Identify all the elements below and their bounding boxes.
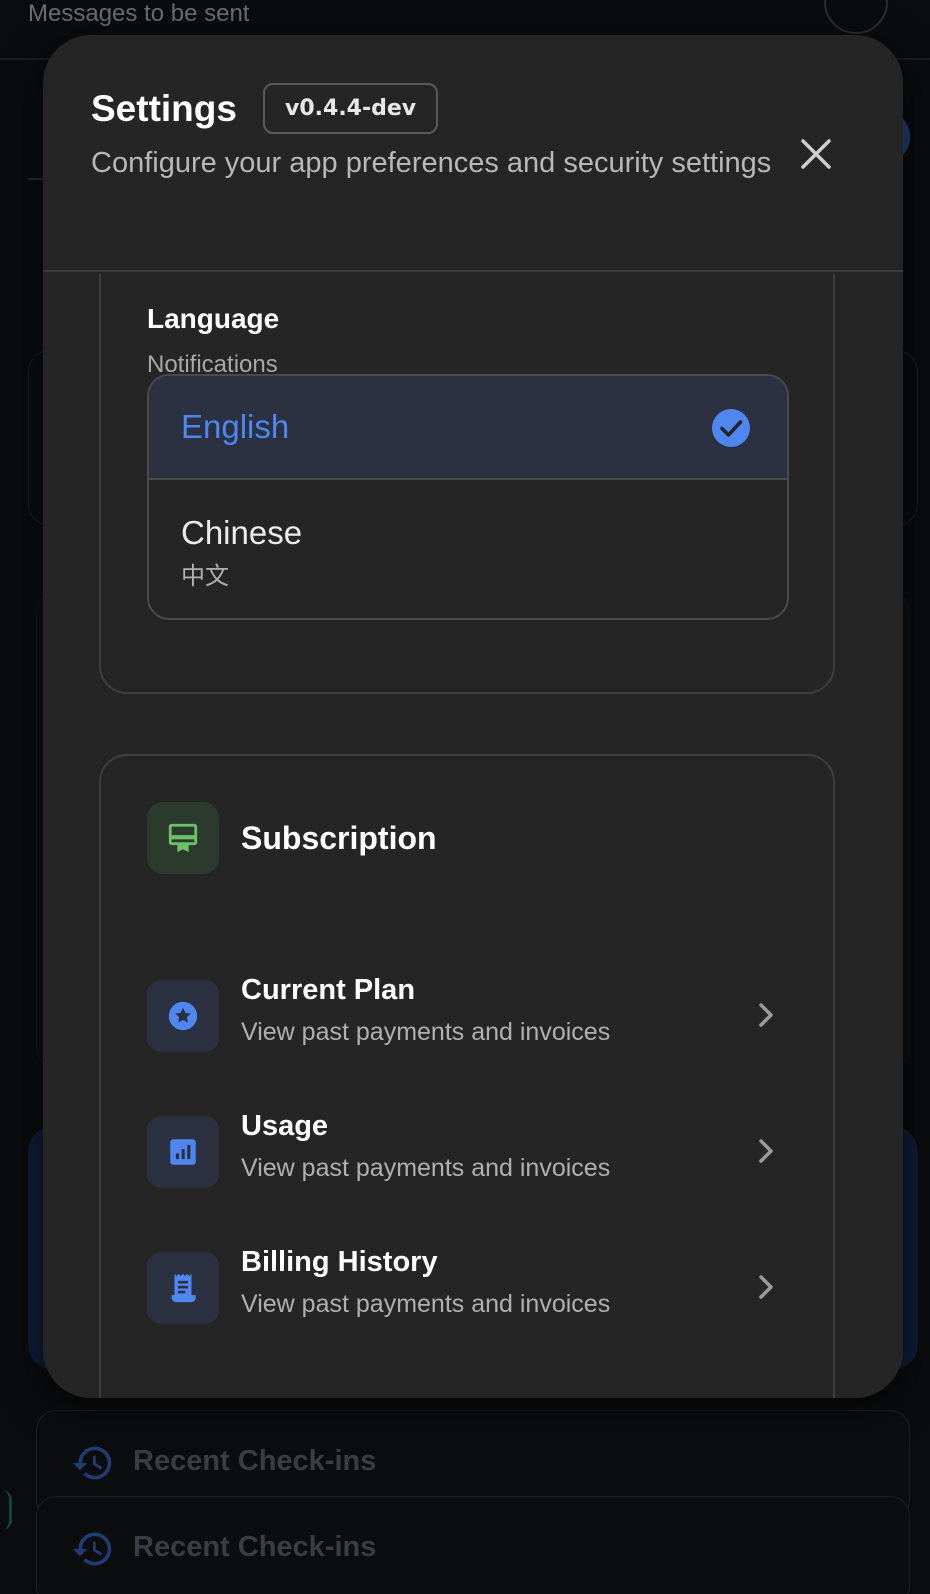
- usage-description: View past payments and invoices: [241, 1154, 611, 1182]
- modal-scroll-body[interactable]: Language Notifications English Chinese 中…: [43, 274, 903, 1398]
- language-option-chinese[interactable]: Chinese 中文: [149, 480, 787, 618]
- history-icon: [72, 1446, 112, 1480]
- subscription-icon-tile: [147, 802, 219, 874]
- language-option-native: 中文: [181, 562, 229, 590]
- language-card: Language Notifications English Chinese 中…: [99, 274, 835, 694]
- language-title: Language: [147, 303, 280, 334]
- language-option-label: Chinese: [181, 514, 303, 551]
- card-membership-icon: [168, 823, 198, 853]
- chevron-right-icon: [759, 1003, 773, 1027]
- receipt-icon: [171, 1273, 196, 1303]
- check-circle-icon: [712, 409, 750, 447]
- modal-header: Settings v0.4.4-dev Configure your app p…: [43, 35, 903, 272]
- chevron-right-icon: [759, 1139, 773, 1163]
- background-recent-checkins-card: Recent Check-ins: [36, 1496, 910, 1594]
- background-avatar: [824, 0, 888, 34]
- usage-item[interactable]: Usage View past payments and invoices: [147, 1100, 789, 1210]
- current-plan-item[interactable]: Current Plan View past payments and invo…: [147, 964, 789, 1074]
- close-button[interactable]: [793, 131, 839, 177]
- history-icon: [72, 1532, 112, 1566]
- background-top-text: Messages to be sent: [28, 0, 250, 27]
- billing-history-icon-tile: [147, 1252, 219, 1324]
- bar-chart-icon: [170, 1139, 196, 1165]
- subscription-card: Subscription Current Plan View past paym…: [99, 754, 835, 1398]
- background-decoration: [0, 1490, 12, 1530]
- recent-checkins-label: Recent Check-ins: [133, 1445, 377, 1477]
- current-plan-icon-tile: [147, 980, 219, 1052]
- subscription-title: Subscription: [241, 820, 437, 856]
- current-plan-description: View past payments and invoices: [241, 1018, 611, 1046]
- usage-label: Usage: [241, 1110, 329, 1142]
- billing-history-item[interactable]: Billing History View past payments and i…: [147, 1236, 789, 1346]
- current-plan-label: Current Plan: [241, 974, 416, 1006]
- language-option-english[interactable]: English: [149, 376, 787, 480]
- billing-history-label: Billing History: [241, 1246, 438, 1278]
- chevron-right-icon: [759, 1275, 773, 1299]
- recent-checkins-label: Recent Check-ins: [133, 1531, 377, 1563]
- star-badge-icon: [168, 1001, 198, 1031]
- modal-subtitle: Configure your app preferences and secur…: [91, 147, 772, 179]
- language-option-label: English: [181, 408, 290, 445]
- modal-title: Settings: [91, 88, 237, 129]
- language-options: English Chinese 中文: [147, 374, 789, 620]
- settings-modal: Settings v0.4.4-dev Configure your app p…: [43, 35, 903, 1398]
- close-icon: [801, 139, 831, 169]
- version-badge: v0.4.4-dev: [263, 83, 439, 134]
- usage-icon-tile: [147, 1116, 219, 1188]
- billing-history-description: View past payments and invoices: [241, 1290, 611, 1318]
